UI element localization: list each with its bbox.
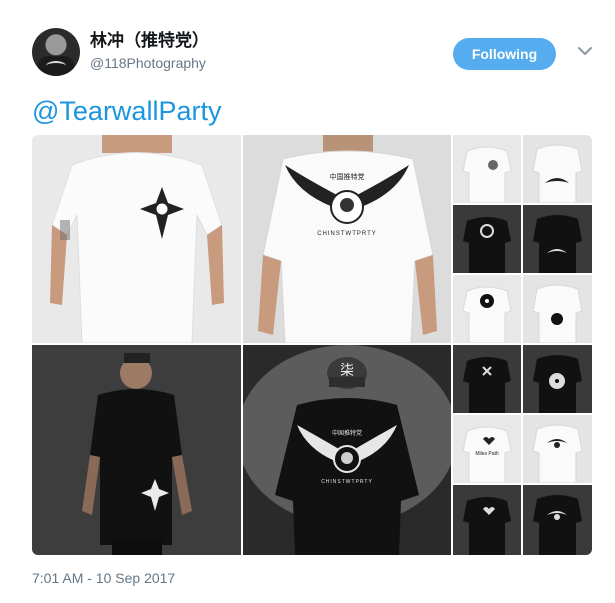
thumb-image: [523, 135, 592, 203]
thumb-black-front-heart[interactable]: [453, 485, 521, 555]
thumb-white-back-radiation[interactable]: [523, 275, 592, 343]
author-names[interactable]: 林冲（推特党） @118Photography: [90, 30, 209, 72]
thumb-image: [523, 415, 592, 483]
thumb-image: [453, 205, 521, 273]
thumb-white-front-radiation[interactable]: [453, 275, 521, 343]
thumb-white-front-heart[interactable]: Miles Path: [453, 415, 521, 483]
thumb-image: [523, 205, 592, 273]
tweet-header: 林冲（推特党） @118Photography Following: [32, 28, 592, 76]
following-button[interactable]: Following: [453, 38, 556, 70]
chevron-down-icon[interactable]: [576, 42, 594, 60]
thumb-image: [453, 135, 521, 203]
avatar-wing-print: [46, 61, 66, 71]
black-tee-front-image: [32, 345, 241, 555]
thumb-white-front-circle[interactable]: [453, 135, 521, 203]
black-tee-back-image: 柒 中国推特党 CHINSTWTPRTY: [243, 345, 451, 555]
media-grid: 中国推特党 CHINSTWTPRTY 柒 中国推特党 CHINSTWTPRTY …: [32, 135, 592, 555]
thumb-black-front-circle[interactable]: [453, 205, 521, 273]
thumb-black-back-radiation[interactable]: [523, 345, 592, 413]
thumb-image: Miles Path: [453, 415, 521, 483]
print-caption-black: 中国推特党: [332, 429, 362, 437]
avatar[interactable]: [32, 28, 80, 76]
heart-tee-caption: Miles Path: [475, 451, 499, 457]
thumb-black-back-wings-small[interactable]: [523, 485, 592, 555]
thumb-image: [453, 275, 521, 343]
thumb-image: [453, 345, 521, 413]
white-tee-front-image: [32, 135, 241, 343]
thumb-image: [523, 485, 592, 555]
cap-glyph: 柒: [340, 362, 354, 378]
print-arc-white: CHINSTWTPRTY: [317, 231, 377, 237]
user-handle[interactable]: @118Photography: [90, 54, 209, 72]
photo-white-tee-front[interactable]: [32, 135, 241, 343]
photo-black-tee-front[interactable]: [32, 345, 241, 555]
thumb-white-back-wings-small[interactable]: [523, 415, 592, 483]
thumb-black-front-small-cross[interactable]: [453, 345, 521, 413]
thumb-image: [453, 485, 521, 555]
photo-black-tee-back[interactable]: 柒 中国推特党 CHINSTWTPRTY: [243, 345, 451, 555]
photo-white-tee-back[interactable]: 中国推特党 CHINSTWTPRTY: [243, 135, 451, 343]
display-name[interactable]: 林冲（推特党）: [90, 30, 209, 52]
thumb-black-back-wings[interactable]: [523, 205, 592, 273]
thumb-image: [523, 345, 592, 413]
print-arc-black: CHINSTWTPRTY: [321, 479, 373, 485]
mention-link[interactable]: @TearwallParty: [32, 94, 221, 128]
thumb-white-back-wings[interactable]: [523, 135, 592, 203]
tweet-timestamp[interactable]: 7:01 AM - 10 Sep 2017: [32, 569, 175, 587]
thumb-image: [523, 275, 592, 343]
white-tee-back-image: 中国推特党 CHINSTWTPRTY: [243, 135, 451, 343]
print-caption-white: 中国推特党: [330, 172, 365, 181]
